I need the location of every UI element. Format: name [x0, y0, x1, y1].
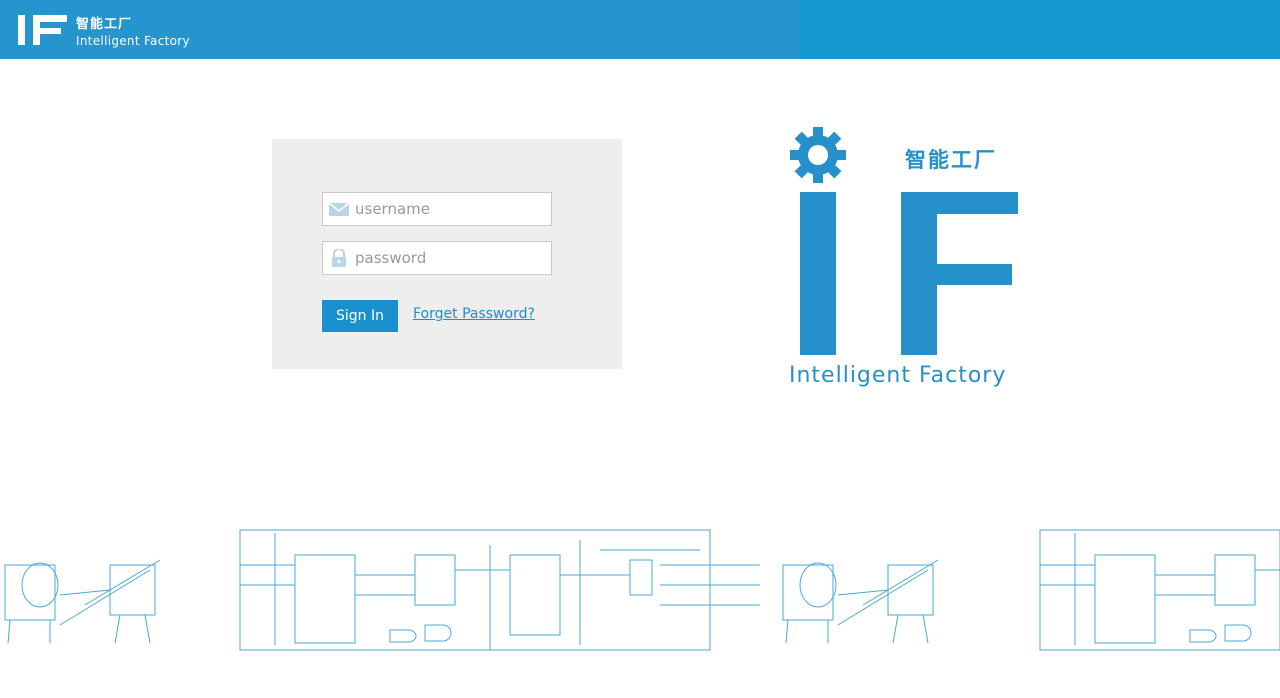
header-logo: 智能工厂 Intelligent Factory [16, 13, 236, 53]
robot-sketch-right [782, 559, 939, 644]
header-title-en: Intelligent Factory [76, 34, 190, 48]
circuit-sketch-right [1039, 529, 1280, 651]
brand-logo: 智能工厂 Intelligent Factory [785, 125, 1030, 395]
password-field[interactable] [322, 241, 552, 275]
blueprint-decoration [4, 529, 1280, 651]
if-logo-icon [18, 15, 67, 45]
robot-sketch-left [4, 559, 161, 644]
header-title-cn: 智能工厂 [76, 17, 133, 32]
envelope-icon [328, 200, 350, 218]
brand-title-en: Intelligent Factory [789, 363, 1007, 388]
lock-icon [329, 248, 349, 267]
username-field[interactable] [322, 192, 552, 226]
username-input[interactable] [355, 193, 545, 225]
top-header-bar: 智能工厂 Intelligent Factory [0, 0, 1280, 59]
forgot-password-link[interactable]: Forget Password? [413, 306, 535, 322]
circuit-sketch-left [239, 529, 760, 651]
login-panel: Sign In Forget Password? [272, 139, 622, 369]
sign-in-button[interactable]: Sign In [322, 300, 398, 332]
brand-title-cn: 智能工厂 [905, 148, 997, 172]
password-input[interactable] [355, 242, 545, 274]
gear-icon [790, 127, 846, 183]
